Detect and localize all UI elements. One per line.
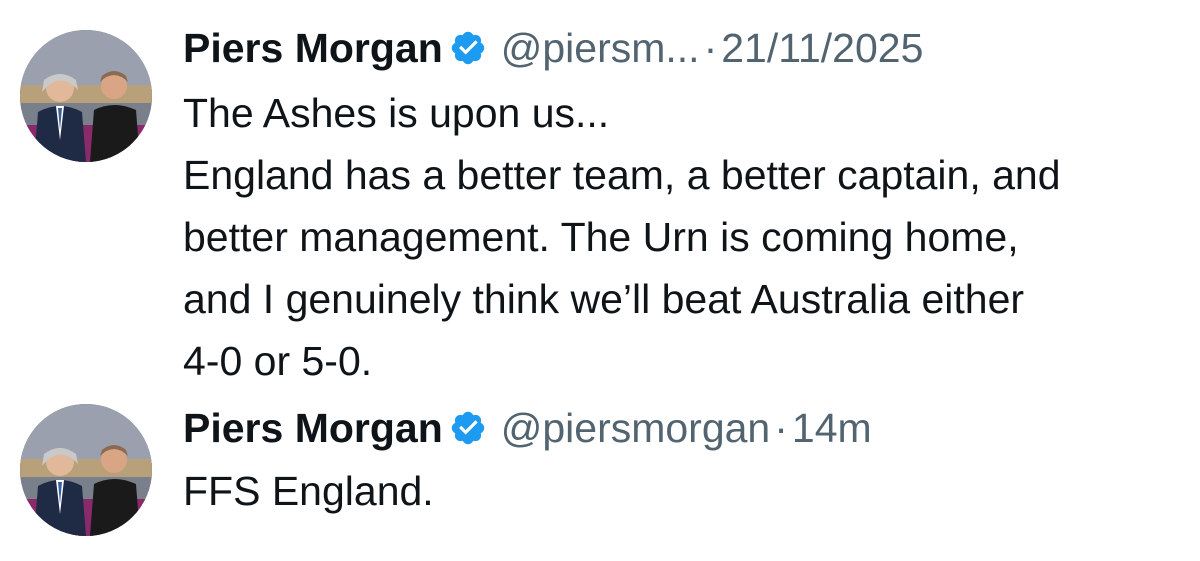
tweet-text-line: 4-0 or 5-0. <box>183 338 373 384</box>
verified-badge-icon <box>449 409 487 447</box>
profile-photo-icon <box>20 404 152 536</box>
author-name[interactable]: Piers Morgan <box>183 25 443 71</box>
tweet-text-line: England has a better team, a better capt… <box>183 152 1061 198</box>
separator-dot: · <box>774 405 788 451</box>
tweet-header: Piers Morgan @piersmorgan·14m <box>183 404 872 452</box>
separator-dot: · <box>703 25 718 71</box>
tweet-text-line: FFS England. <box>183 468 434 514</box>
timestamp[interactable]: 21/11/2025 <box>721 25 923 71</box>
verified-badge-icon <box>449 29 487 67</box>
avatar[interactable] <box>20 404 152 536</box>
avatar[interactable] <box>20 30 152 162</box>
tweet-header: Piers Morgan @piersm...·21/11/2025 <box>183 24 923 72</box>
author-handle[interactable]: @piersm... <box>501 25 700 71</box>
tweet-text-line: better management. The Urn is coming hom… <box>183 214 1019 260</box>
timestamp[interactable]: 14m <box>792 405 872 451</box>
author-name[interactable]: Piers Morgan <box>183 405 443 451</box>
tweet-text: FFS England. <box>183 460 1183 522</box>
tweet-text-line: and I genuinely think we’ll beat Austral… <box>183 276 1025 322</box>
tweet-text: The Ashes is upon us... England has a be… <box>183 82 1183 392</box>
tweet-text-line: The Ashes is upon us... <box>183 90 610 136</box>
profile-photo-icon <box>20 30 152 162</box>
author-handle[interactable]: @piersmorgan <box>501 405 771 451</box>
